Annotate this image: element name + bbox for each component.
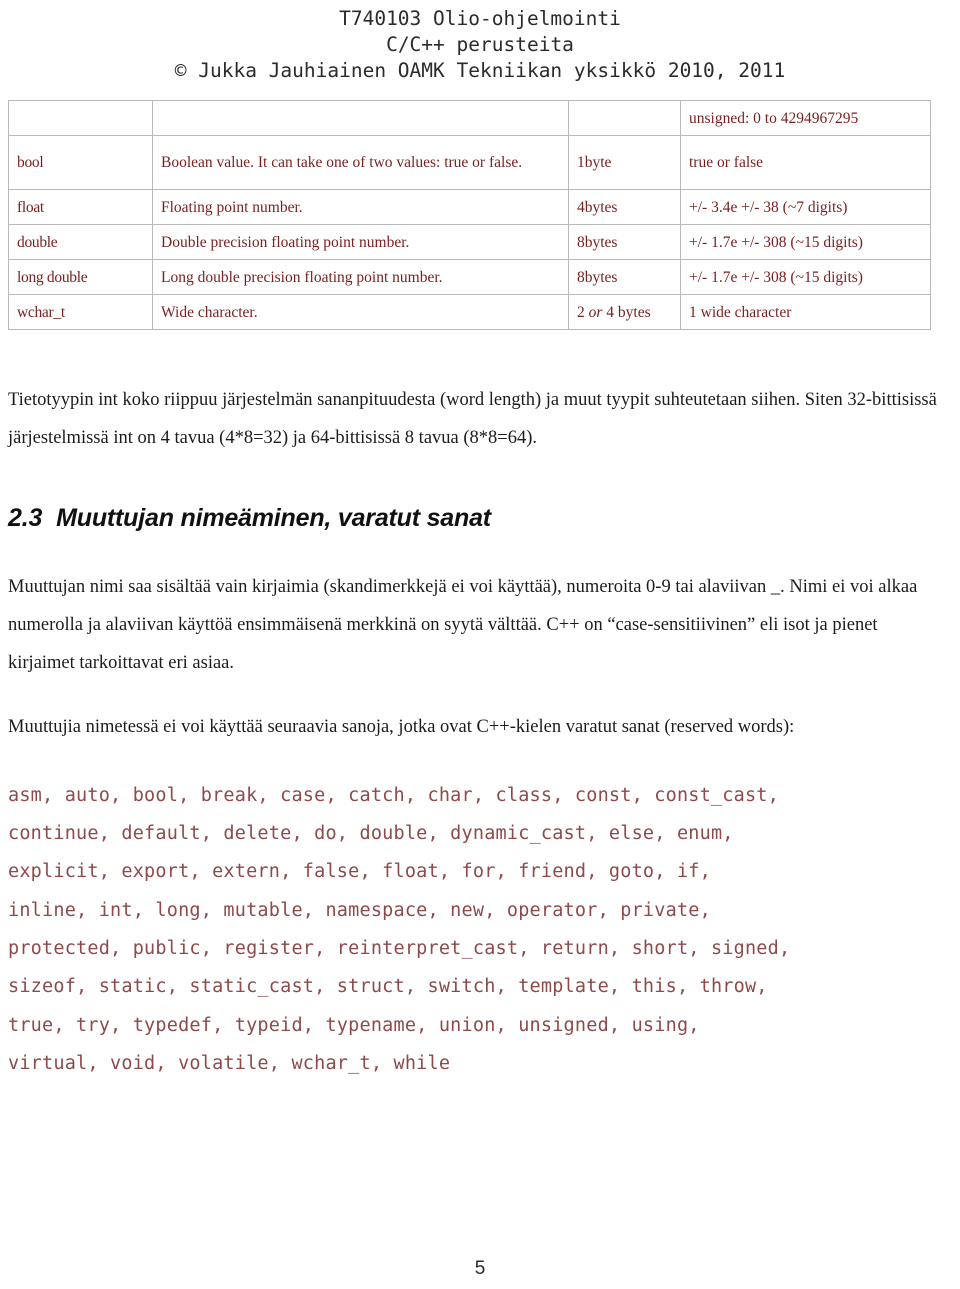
cell-type: float [8, 189, 153, 226]
page-number: 5 [474, 1258, 486, 1279]
table-row: double Double precision floating point n… [8, 224, 931, 261]
cell-range: +/- 3.4e +/- 38 (~7 digits) [680, 189, 931, 226]
size-separator: or [588, 303, 603, 321]
table-row: unsigned: 0 to 4294967295 [8, 100, 931, 137]
cell-description: Wide character. [152, 294, 569, 331]
size-prefix: 2 [577, 303, 589, 321]
cell-range: +/- 1.7e +/- 308 (~15 digits) [680, 259, 931, 296]
cell-description: Long double precision floating point num… [152, 259, 569, 296]
page-title: 2.3 Muuttujan nimeäminen, varatut sanat [8, 504, 960, 533]
cell-description: Boolean value. It can take one of two va… [152, 135, 569, 191]
cell-type: wchar_t [8, 294, 153, 331]
data-types-table: unsigned: 0 to 4294967295 bool Boolean v… [8, 100, 931, 331]
range-value-false: false [733, 154, 764, 172]
table-row: wchar_t Wide character. 2 or 4 bytes 1 w… [8, 294, 931, 331]
keyword-line: sizeof, static, static_cast, struct, swi… [8, 976, 768, 998]
section-number: 2.3 [8, 504, 43, 533]
naming-rules-paragraph: Muuttujan nimi saa sisältää vain kirjaim… [8, 577, 918, 674]
cell-range: unsigned: 0 to 4294967295 [680, 100, 931, 137]
cell-type: double [8, 224, 153, 261]
data-types-table-wrapper: unsigned: 0 to 4294967295 bool Boolean v… [8, 100, 931, 331]
cell-range: 1 wide character [680, 294, 931, 331]
range-separator: or [716, 154, 730, 172]
reserved-words-intro-paragraph: Muuttujia nimetessä ei voi käyttää seura… [8, 716, 795, 737]
header-copyright: © Jukka Jauhiainen OAMK Tekniikan yksikk… [174, 59, 786, 83]
table-row: float Floating point number. 4bytes +/- … [8, 189, 931, 226]
cell-range: true or false [680, 135, 931, 191]
cell-size: 1byte [568, 135, 681, 191]
cell-type: bool [8, 135, 153, 191]
table-row: bool Boolean value. It can take one of t… [8, 135, 931, 191]
header-subtitle: C/C++ perusteita [386, 33, 574, 57]
intro-paragraph: Tietotyypin int koko riippuu järjestelmä… [8, 390, 937, 449]
cell-size: 8bytes [568, 224, 681, 261]
cell-range: +/- 1.7e +/- 308 (~15 digits) [680, 224, 931, 261]
keyword-line: protected, public, register, reinterpret… [8, 938, 791, 960]
header-course-title: T740103 Olio-ohjelmointi [339, 7, 621, 30]
size-suffix: 4 bytes [602, 303, 651, 321]
keyword-line: asm, auto, bool, break, case, catch, cha… [8, 784, 779, 806]
reserved-words-list: asm, auto, bool, break, case, catch, cha… [8, 777, 960, 1083]
cell-type [8, 100, 153, 137]
cell-type: long double [8, 259, 153, 296]
table-row: long double Long double precision floati… [8, 259, 931, 296]
document-header: T740103 Olio-ohjelmointi C/C++ perusteit… [0, 0, 960, 84]
section-title: Muuttujan nimeäminen, varatut sanat [56, 504, 491, 533]
keyword-line: explicit, export, extern, false, float, … [8, 861, 711, 883]
cell-size [568, 100, 681, 137]
cell-description: Double precision floating point number. [152, 224, 569, 261]
cell-size: 4bytes [568, 189, 681, 226]
keyword-line: inline, int, long, mutable, namespace, n… [8, 899, 711, 921]
keyword-line: continue, default, delete, do, double, d… [8, 823, 734, 845]
cell-description [152, 100, 569, 137]
range-value-true: true [689, 154, 714, 172]
keyword-line: true, try, typedef, typeid, typename, un… [8, 1014, 700, 1036]
cell-size: 8bytes [568, 259, 681, 296]
keyword-line: virtual, void, volatile, wchar_t, while [8, 1052, 451, 1074]
cell-size: 2 or 4 bytes [568, 294, 681, 331]
cell-description: Floating point number. [152, 189, 569, 226]
